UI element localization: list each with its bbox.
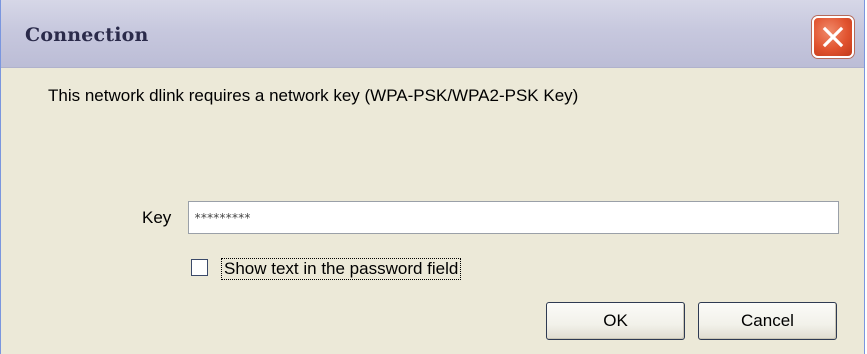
window-title: Connection: [25, 24, 149, 46]
connection-dialog: Connection This network dlink requires a…: [0, 0, 865, 354]
close-icon: [822, 26, 844, 48]
key-input[interactable]: [188, 201, 839, 234]
key-label: Key: [142, 208, 172, 227]
show-text-checkbox[interactable]: [191, 259, 208, 276]
cancel-button[interactable]: Cancel: [698, 302, 837, 340]
ok-button[interactable]: OK: [546, 302, 685, 340]
network-key-message: This network dlink requires a network ke…: [48, 86, 579, 105]
close-button[interactable]: [812, 16, 854, 58]
show-text-label[interactable]: Show text in the password field: [221, 258, 462, 280]
title-bar[interactable]: Connection: [1, 0, 864, 68]
